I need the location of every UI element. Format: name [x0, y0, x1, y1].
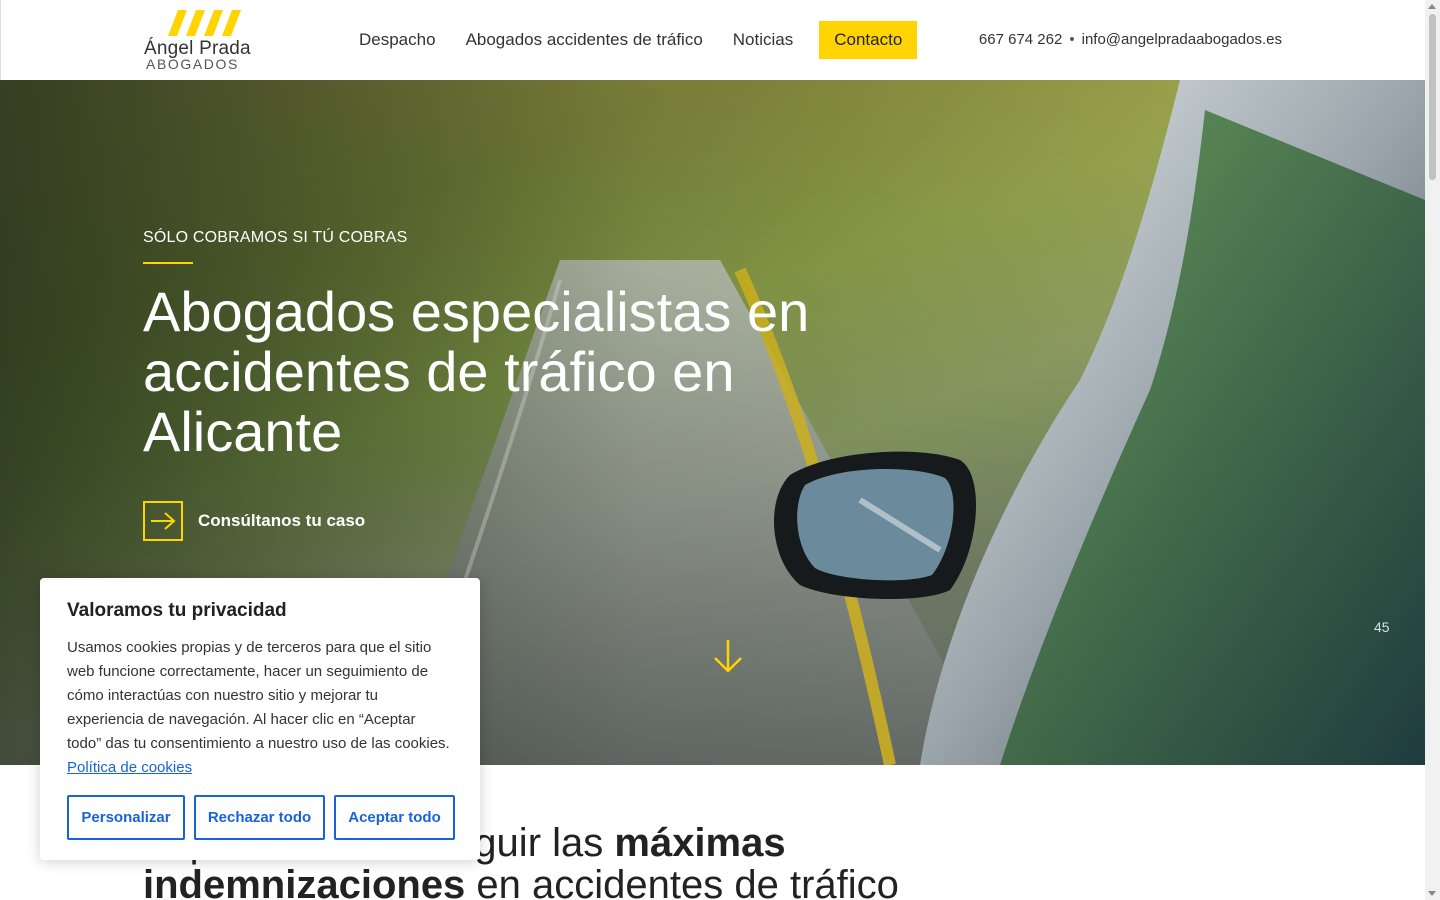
kicker-underline [143, 262, 193, 264]
nav-item-noticias[interactable]: Noticias [733, 30, 793, 50]
cookie-banner-title: Valoramos tu privacidad [67, 600, 287, 621]
hero-kicker: SÓLO COBRAMOS SI TÚ COBRAS [143, 229, 408, 246]
section-title-bold1: máximas [614, 821, 786, 865]
cookie-banner-text: Usamos cookies propias y de terceros par… [67, 636, 453, 780]
site-logo[interactable]: Ángel Prada ABOGADOS [144, 10, 264, 72]
nav-item-contacto-button[interactable]: Contacto [819, 21, 918, 59]
arrow-right-icon [143, 501, 183, 541]
scroll-down-arrow-icon[interactable] [712, 638, 744, 674]
mirror-speed-text: 45 [1374, 619, 1390, 635]
cookie-banner-body: Usamos cookies propias y de terceros par… [67, 639, 450, 752]
reject-all-button[interactable]: Rechazar todo [194, 795, 325, 840]
nav-item-abogados-accidentes[interactable]: Abogados accidentes de tráfico [466, 30, 703, 50]
consult-case-link[interactable]: Consúltanos tu caso [143, 501, 365, 541]
email-link[interactable]: info@angelpradaabogados.es [1082, 31, 1282, 48]
hero-title: Abogados especialistas en accidentes de … [143, 280, 810, 463]
header-contact-info: 667 674 262 • info@angelpradaabogados.es [979, 31, 1282, 48]
consult-case-label: Consúltanos tu caso [198, 511, 366, 530]
logo-subtitle: ABOGADOS [146, 56, 239, 72]
section-title-bold2: indemnizaciones [143, 863, 466, 900]
accept-all-button[interactable]: Aceptar todo [334, 795, 455, 840]
separator-dot: • [1069, 31, 1075, 48]
scrollbar-thumb[interactable] [1429, 14, 1436, 180]
scroll-down-icon[interactable] [1428, 891, 1436, 896]
page-scrollbar[interactable] [1425, 0, 1440, 900]
section-title-part2: en accidentes de tráfico [465, 863, 899, 900]
site-header: Ángel Prada ABOGADOS Despacho Abogados a… [0, 0, 1425, 80]
cookie-consent-banner: Valoramos tu privacidad Usamos cookies p… [40, 578, 480, 860]
nav-item-despacho[interactable]: Despacho [359, 30, 436, 50]
customize-button[interactable]: Personalizar [67, 795, 185, 840]
scroll-up-icon[interactable] [1428, 4, 1436, 9]
main-nav: Despacho Abogados accidentes de tráfico … [359, 21, 947, 59]
logo-stripes-icon [168, 10, 241, 36]
cookie-banner-buttons: Personalizar Rechazar todo Aceptar todo [67, 795, 464, 840]
phone-link[interactable]: 667 674 262 [979, 31, 1062, 48]
cookie-policy-link[interactable]: Política de cookies [67, 759, 192, 776]
